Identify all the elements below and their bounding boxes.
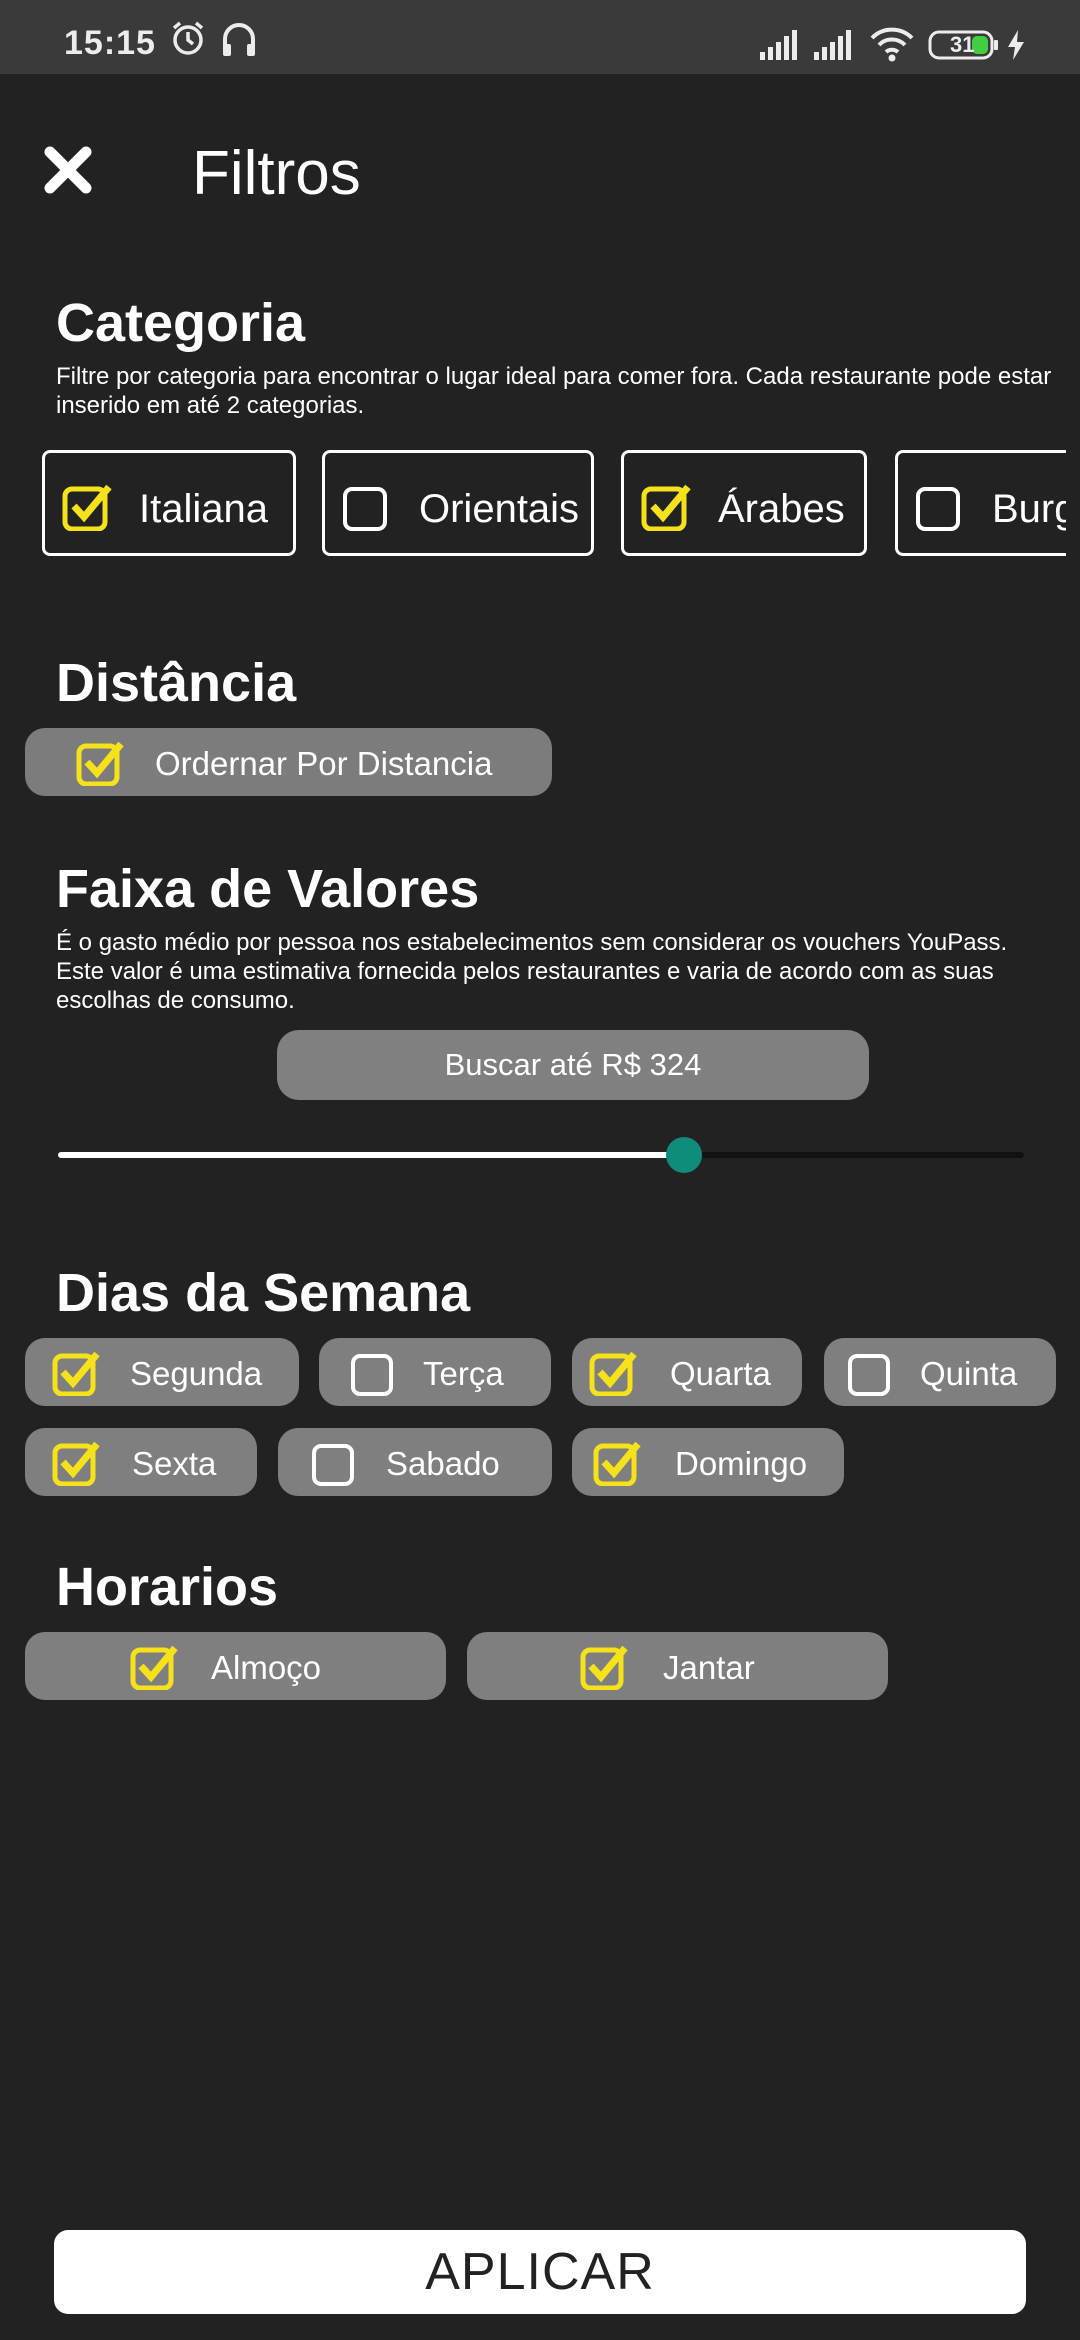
price-slider[interactable]: [58, 1137, 1024, 1173]
day-chip-sexta[interactable]: Sexta: [25, 1428, 257, 1496]
page-title: Filtros: [192, 139, 361, 208]
checkbox-checked-icon[interactable]: [592, 1440, 648, 1491]
charging-icon: [1006, 30, 1026, 65]
categoria-title: Categoria: [56, 293, 306, 353]
day-label: Sabado: [386, 1445, 500, 1482]
signal-icon: [760, 30, 802, 65]
category-chip-burg[interactable]: Burg: [895, 450, 1066, 556]
time-chip-jantar[interactable]: Jantar: [467, 1632, 888, 1700]
day-chip-sabado[interactable]: Sabado: [278, 1428, 552, 1496]
checkbox-checked-icon[interactable]: [129, 1644, 185, 1695]
checkbox-unchecked-icon[interactable]: [310, 1440, 366, 1491]
checkbox-checked-icon[interactable]: [640, 481, 696, 536]
dias-title: Dias da Semana: [56, 1263, 471, 1323]
status-time: 15:15: [64, 24, 156, 62]
day-label: Terça: [423, 1355, 504, 1392]
battery-level: 31: [950, 32, 975, 57]
category-chip-orientais[interactable]: Orientais: [322, 450, 594, 556]
day-chip-quinta[interactable]: Quinta: [824, 1338, 1056, 1406]
day-label: Quarta: [670, 1355, 771, 1392]
day-label: Quinta: [920, 1355, 1018, 1392]
headphones-icon: [220, 20, 258, 63]
faixa-description: É o gasto médio por pessoa nos estabelec…: [56, 929, 1008, 1014]
time-label: Almoço: [211, 1649, 322, 1686]
checkbox-checked-icon[interactable]: [51, 1350, 107, 1401]
time-chip-almoco[interactable]: Almoço: [25, 1632, 446, 1700]
checkbox-checked-icon[interactable]: [61, 481, 117, 536]
category-label: Orientais: [419, 487, 580, 531]
close-icon: [44, 146, 92, 194]
category-list[interactable]: Italiana Orientais Árabes Burg: [0, 448, 1066, 564]
category-label: Árabes: [718, 487, 845, 531]
alarm-icon: [170, 20, 206, 61]
checkbox-unchecked-icon[interactable]: [349, 1350, 405, 1401]
checkbox-checked-icon[interactable]: [51, 1440, 107, 1491]
faixa-title: Faixa de Valores: [56, 859, 480, 919]
apply-button[interactable]: APLICAR: [54, 2230, 1026, 2314]
day-chip-domingo[interactable]: Domingo: [572, 1428, 844, 1496]
order-by-distance-toggle[interactable]: Ordernar Por Distancia: [25, 728, 552, 796]
category-chip-arabes[interactable]: Árabes: [621, 450, 867, 556]
distance-label: Ordernar Por Distancia: [155, 745, 493, 782]
checkbox-unchecked-icon[interactable]: [846, 1350, 902, 1401]
checkbox-unchecked-icon[interactable]: [341, 481, 397, 536]
signal-icon: [814, 30, 856, 65]
price-value-button[interactable]: Buscar até R$ 324: [277, 1030, 869, 1100]
horarios-title: Horarios: [56, 1557, 279, 1617]
checkbox-checked-icon[interactable]: [75, 740, 131, 791]
wifi-icon: [870, 26, 914, 67]
category-label: Burg: [992, 487, 1066, 531]
distancia-title: Distância: [56, 653, 297, 713]
checkbox-checked-icon[interactable]: [588, 1350, 644, 1401]
category-label: Italiana: [139, 487, 268, 531]
day-chip-terca[interactable]: Terça: [319, 1338, 551, 1406]
checkbox-checked-icon[interactable]: [579, 1644, 635, 1695]
day-label: Domingo: [675, 1445, 808, 1482]
categoria-description: Filtre por categoria para encontrar o lu…: [56, 363, 1052, 419]
checkbox-unchecked-icon[interactable]: [914, 481, 970, 536]
slider-thumb[interactable]: [665, 1137, 702, 1173]
close-button[interactable]: [38, 140, 98, 200]
day-label: Sexta: [132, 1445, 217, 1482]
slider-fill: [58, 1152, 684, 1158]
day-chip-quarta[interactable]: Quarta: [572, 1338, 802, 1406]
day-chip-segunda[interactable]: Segunda: [25, 1338, 299, 1406]
time-label: Jantar: [663, 1649, 755, 1686]
category-chip-italiana[interactable]: Italiana: [42, 450, 296, 556]
day-label: Segunda: [130, 1355, 263, 1392]
status-bar: 15:15 31: [0, 0, 1080, 74]
